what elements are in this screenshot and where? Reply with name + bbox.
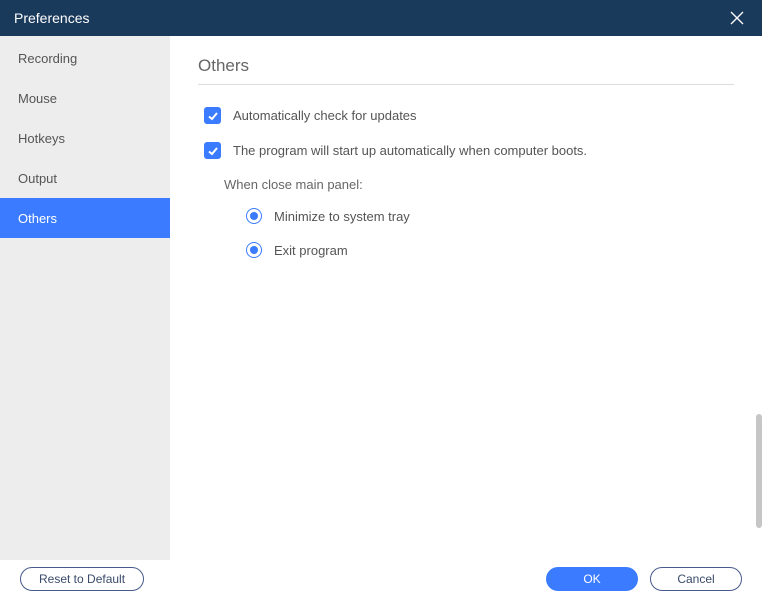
- option-autostart: The program will start up automatically …: [198, 142, 734, 159]
- cancel-button[interactable]: Cancel: [650, 567, 742, 591]
- radio-label: Minimize to system tray: [274, 209, 410, 224]
- main-panel: Others Automatically check for updates T…: [170, 36, 762, 560]
- titlebar: Preferences: [0, 0, 762, 36]
- window-title: Preferences: [14, 10, 89, 26]
- sidebar-item-label: Hotkeys: [18, 131, 65, 146]
- radio-row-exit: Exit program: [224, 242, 734, 258]
- sidebar-item-label: Others: [18, 211, 57, 226]
- option-label: The program will start up automatically …: [233, 143, 587, 158]
- footer: Reset to Default OK Cancel: [0, 560, 762, 598]
- sidebar-item-mouse[interactable]: Mouse: [0, 78, 170, 118]
- option-auto-update: Automatically check for updates: [198, 107, 734, 124]
- ok-button[interactable]: OK: [546, 567, 638, 591]
- sidebar-item-recording[interactable]: Recording: [0, 38, 170, 78]
- close-icon[interactable]: [726, 7, 748, 29]
- option-label: Automatically check for updates: [233, 108, 417, 123]
- radio-label: Exit program: [274, 243, 348, 258]
- radio-row-minimize: Minimize to system tray: [224, 208, 734, 224]
- footer-right: OK Cancel: [546, 567, 742, 591]
- body: Recording Mouse Hotkeys Output Others Ot…: [0, 36, 762, 560]
- sidebar: Recording Mouse Hotkeys Output Others: [0, 36, 170, 560]
- button-label: OK: [583, 572, 600, 586]
- sidebar-item-output[interactable]: Output: [0, 158, 170, 198]
- sidebar-item-label: Output: [18, 171, 57, 186]
- button-label: Cancel: [677, 572, 714, 586]
- checkbox-autostart[interactable]: [204, 142, 221, 159]
- scrollbar-thumb[interactable]: [756, 414, 762, 528]
- sidebar-item-label: Recording: [18, 51, 77, 66]
- section-title: Others: [198, 56, 734, 85]
- button-label: Reset to Default: [39, 572, 125, 586]
- checkbox-auto-update[interactable]: [204, 107, 221, 124]
- sidebar-item-others[interactable]: Others: [0, 198, 170, 238]
- radio-minimize[interactable]: [246, 208, 262, 224]
- reset-button[interactable]: Reset to Default: [20, 567, 144, 591]
- close-panel-label: When close main panel:: [224, 177, 734, 192]
- radio-exit[interactable]: [246, 242, 262, 258]
- sidebar-item-label: Mouse: [18, 91, 57, 106]
- sidebar-item-hotkeys[interactable]: Hotkeys: [0, 118, 170, 158]
- close-panel-section: When close main panel: Minimize to syste…: [198, 177, 734, 258]
